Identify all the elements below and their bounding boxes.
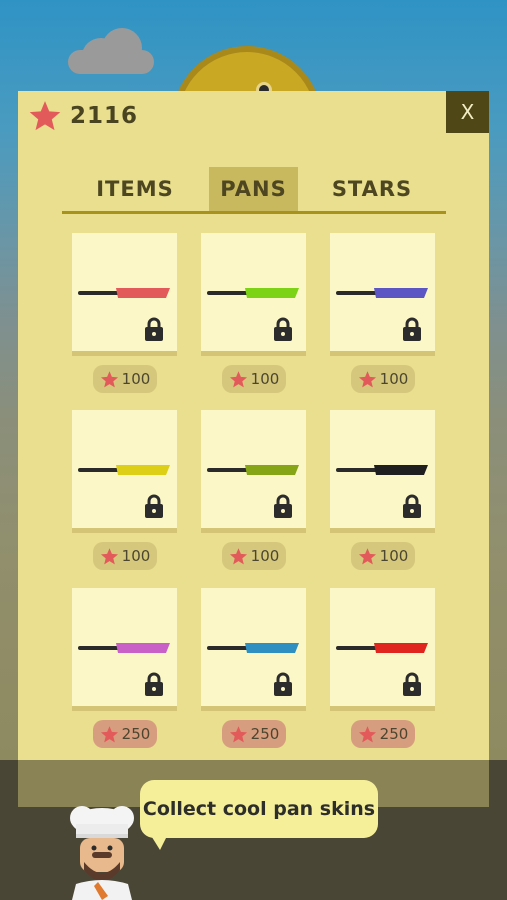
price-value: 250 xyxy=(250,725,280,743)
pan-card[interactable] xyxy=(72,410,177,533)
price-value: 100 xyxy=(379,547,409,565)
star-icon xyxy=(229,547,247,564)
tab-pans[interactable]: PANS xyxy=(209,167,298,211)
star-icon xyxy=(229,725,247,742)
star-count: 2116 xyxy=(70,103,139,129)
lock-icon xyxy=(274,317,292,341)
pan-card[interactable] xyxy=(72,233,177,356)
star-icon xyxy=(100,547,118,564)
star-balance: 2116 xyxy=(28,98,138,134)
lock-icon xyxy=(274,494,292,518)
cloud-decoration xyxy=(68,28,154,74)
tip-bubble: Collect cool pan skins xyxy=(140,780,378,838)
price-tag[interactable]: 100 xyxy=(222,365,286,393)
price-value: 250 xyxy=(121,725,151,743)
price-value: 100 xyxy=(379,370,409,388)
price-tag[interactable]: 250 xyxy=(93,720,157,748)
lock-icon xyxy=(274,672,292,696)
tip-bubble-tail xyxy=(150,834,168,850)
star-icon xyxy=(358,547,376,564)
lock-icon xyxy=(403,672,421,696)
shop-tabs: ITEMS PANS STARS xyxy=(62,167,446,214)
price-value: 100 xyxy=(121,370,151,388)
star-icon xyxy=(29,101,61,131)
pan-skin xyxy=(207,465,299,475)
lock-icon xyxy=(403,317,421,341)
lock-icon xyxy=(145,672,163,696)
price-tag[interactable]: 100 xyxy=(351,365,415,393)
lock-icon xyxy=(145,494,163,518)
pan-card[interactable] xyxy=(72,588,177,711)
pan-skin xyxy=(78,465,170,475)
price-tag[interactable]: 250 xyxy=(351,720,415,748)
star-icon xyxy=(100,725,118,742)
price-tag[interactable]: 100 xyxy=(222,542,286,570)
price-tag[interactable]: 100 xyxy=(93,365,157,393)
pan-card[interactable] xyxy=(330,410,435,533)
pan-skin xyxy=(336,465,428,475)
lock-icon xyxy=(403,494,421,518)
tab-items[interactable]: ITEMS xyxy=(80,167,190,211)
pan-card[interactable] xyxy=(330,233,435,356)
pan-skin xyxy=(78,643,170,653)
pan-card[interactable] xyxy=(330,588,435,711)
star-icon xyxy=(229,370,247,387)
price-tag[interactable]: 250 xyxy=(222,720,286,748)
star-icon xyxy=(358,370,376,387)
pan-card[interactable] xyxy=(201,410,306,533)
price-value: 250 xyxy=(379,725,409,743)
close-button[interactable]: X xyxy=(446,91,489,133)
star-icon xyxy=(358,725,376,742)
price-tag[interactable]: 100 xyxy=(351,542,415,570)
pan-card[interactable] xyxy=(201,233,306,356)
pan-skin xyxy=(207,288,299,298)
price-tag[interactable]: 100 xyxy=(93,542,157,570)
chef-mascot xyxy=(70,806,134,900)
tab-stars[interactable]: STARS xyxy=(317,167,427,211)
pan-skin xyxy=(336,288,428,298)
price-value: 100 xyxy=(250,547,280,565)
lock-icon xyxy=(145,317,163,341)
pan-skin xyxy=(78,288,170,298)
price-value: 100 xyxy=(250,370,280,388)
star-icon xyxy=(100,370,118,387)
close-icon: X xyxy=(460,100,475,124)
price-value: 100 xyxy=(121,547,151,565)
pan-skin xyxy=(336,643,428,653)
pan-skin xyxy=(207,643,299,653)
pan-card[interactable] xyxy=(201,588,306,711)
tip-text: Collect cool pan skins xyxy=(142,798,376,820)
